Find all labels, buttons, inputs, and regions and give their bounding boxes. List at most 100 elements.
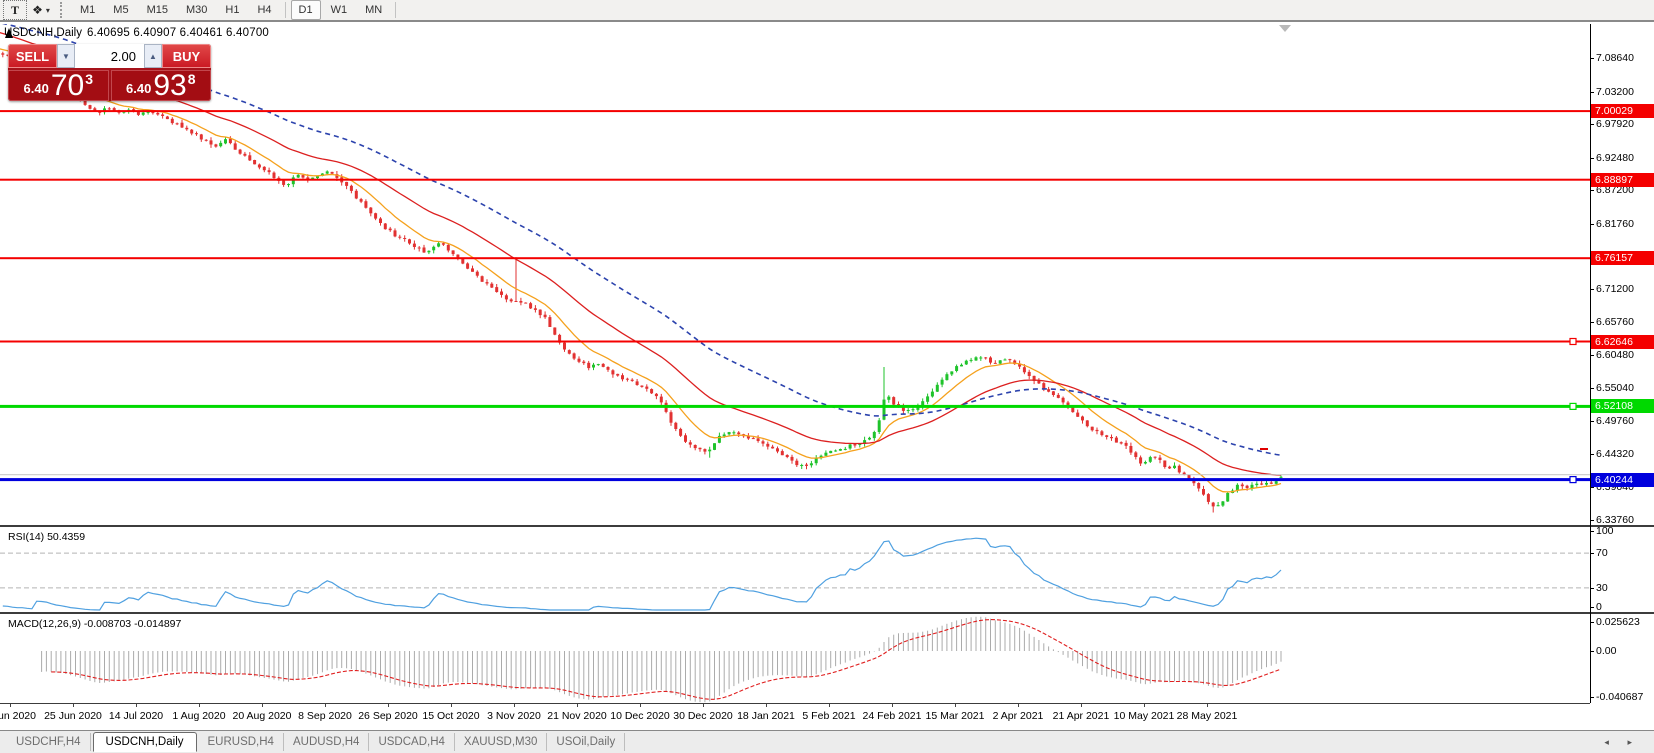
date-tick [577, 704, 578, 707]
chevron-down-icon: ▾ [46, 6, 50, 15]
date-tick [262, 704, 263, 707]
date-tick [1144, 704, 1145, 707]
date-tick [766, 704, 767, 707]
horizontal-line-7-00029[interactable] [0, 110, 1590, 112]
date-tick [955, 704, 956, 707]
sell-price-display[interactable]: 6.40 70 3 [8, 70, 109, 101]
tab-xauusd-m30[interactable]: XAUUSD,M30 [455, 733, 548, 751]
macd-axis-tick: 0.00 [1596, 645, 1616, 657]
rsi-line [3, 538, 1281, 610]
chart-tabbar: USDCHF,H4USDCNH,DailyEURUSD,H4AUDUSD,H4U… [0, 730, 1654, 753]
timeframe-button-m1[interactable]: M1 [72, 0, 103, 20]
triangle-up-icon: ▲ [149, 52, 157, 61]
main-price-chart[interactable] [0, 24, 1590, 525]
date-tick [703, 704, 704, 707]
tab-audusd-h4[interactable]: AUDUSD,H4 [284, 733, 369, 751]
tab-usoil-daily[interactable]: USOil,Daily [547, 733, 625, 751]
date-axis[interactable]: 6 Jun 202025 Jun 202014 Jul 20201 Aug 20… [0, 704, 1590, 729]
macd-indicator-panel[interactable] [0, 614, 1590, 703]
date-axis-label: 1 Aug 2020 [172, 710, 225, 722]
tab-usdcad-h4[interactable]: USDCAD,H4 [369, 733, 454, 751]
price-axis-tick: 7.08640 [1596, 52, 1634, 64]
price-line-badge: 6.62646 [1591, 335, 1654, 349]
sell-button[interactable]: SELL [8, 44, 57, 68]
rsi-axis-tick: 0 [1596, 601, 1602, 613]
horizontal-line-6-76157[interactable] [0, 257, 1590, 259]
buy-price-point: 8 [188, 71, 196, 87]
timeframe-button-m15[interactable]: M15 [139, 0, 176, 20]
date-tick [829, 704, 830, 707]
price-axis-tick: 6.65760 [1596, 316, 1634, 328]
price-axis-tick: 6.60480 [1596, 349, 1634, 361]
toolbar-divider [395, 2, 396, 18]
objects-icon: ❖ [32, 3, 43, 17]
date-tick [1081, 704, 1082, 707]
horizontal-line-6-88897[interactable] [0, 179, 1590, 181]
buy-price-pips: 93 [153, 73, 186, 99]
candlesticks [1, 52, 1282, 513]
rsi-label: RSI(14) 50.4359 [8, 531, 85, 543]
date-axis-label: 18 Jan 2021 [737, 710, 795, 722]
chart-ohlc-values: 6.40695 6.40907 6.40461 6.40700 [87, 27, 269, 39]
timeframe-toolbar: M1M5M15M30H1H4 D1W1MN [71, 0, 400, 21]
tab-usdchf-h4[interactable]: USDCHF,H4 [6, 733, 91, 751]
timeframe-button-d1[interactable]: D1 [291, 0, 321, 20]
rsi-axis-tick: 30 [1596, 582, 1608, 594]
price-axis-tick: 6.49760 [1596, 415, 1634, 427]
tab-scroll-left-icon[interactable]: ◂ [1604, 737, 1617, 747]
date-axis-label: 30 Dec 2020 [673, 710, 733, 722]
last-price-tick [1260, 448, 1268, 450]
buy-price-display[interactable]: 6.40 93 8 [111, 70, 212, 101]
price-axis-tick: 7.03200 [1596, 86, 1634, 98]
tab-scroll-buttons: ◂ ▸ [1604, 737, 1640, 748]
date-tick [199, 704, 200, 707]
date-tick [73, 704, 74, 707]
objects-tool-button[interactable]: ❖ ▾ [30, 1, 52, 19]
date-axis-label: 26 Sep 2020 [358, 710, 418, 722]
date-axis-label: 28 May 2021 [1177, 710, 1238, 722]
buy-price-base: 6.40 [126, 81, 151, 96]
toolbar: T ❖ ▾ M1M5M15M30H1H4 D1W1MN [0, 0, 1654, 22]
horizontal-line-6-52108[interactable] [0, 405, 1590, 408]
price-axis-tick: 6.55040 [1596, 382, 1634, 394]
sell-price-base: 6.40 [24, 81, 49, 96]
line-handle[interactable] [1570, 339, 1576, 345]
tab-usdcnh-daily[interactable]: USDCNH,Daily [93, 732, 197, 752]
price-line-badge: 6.76157 [1591, 251, 1654, 265]
volume-decrease-button[interactable]: ▼ [57, 44, 75, 68]
chart-symbol-period: USDCNH,Daily [4, 27, 82, 39]
tab-eurusd-h4[interactable]: EURUSD,H4 [199, 733, 284, 751]
horizontal-line-6-62646[interactable] [0, 341, 1590, 343]
timeframe-button-m5[interactable]: M5 [105, 0, 136, 20]
date-axis-label: 24 Feb 2021 [863, 710, 922, 722]
price-axis-tick: 6.81760 [1596, 218, 1634, 230]
timeframe-button-m30[interactable]: M30 [178, 0, 215, 20]
horizontal-line-gray[interactable] [0, 474, 1590, 475]
chart-symbol-icon [4, 28, 14, 39]
timeframe-button-h1[interactable]: H1 [217, 0, 247, 20]
date-axis-label: 10 Dec 2020 [610, 710, 670, 722]
macd-label: MACD(12,26,9) -0.008703 -0.014897 [8, 618, 181, 630]
text-tool-button[interactable]: T [3, 0, 27, 20]
rsi-indicator-panel[interactable] [0, 527, 1590, 612]
line-handle[interactable] [1570, 477, 1576, 483]
macd-axis-tick: 0.025623 [1596, 616, 1640, 628]
line-handle[interactable] [1570, 403, 1576, 409]
price-line-badge: 6.40244 [1591, 473, 1654, 487]
volume-input[interactable]: 2.00 [75, 44, 144, 68]
price-axis-tick: 6.71200 [1596, 283, 1634, 295]
date-tick [325, 704, 326, 707]
timeframe-button-w1[interactable]: W1 [323, 0, 356, 20]
tab-scroll-right-icon[interactable]: ▸ [1627, 737, 1640, 747]
buy-button[interactable]: BUY [162, 44, 211, 68]
volume-increase-button[interactable]: ▲ [144, 44, 162, 68]
date-axis-label: 14 Jul 2020 [109, 710, 163, 722]
chart-shift-marker-icon [1279, 25, 1291, 32]
timeframe-button-mn[interactable]: MN [357, 0, 390, 20]
timeframe-button-h4[interactable]: H4 [249, 0, 279, 20]
date-axis-label: 25 Jun 2020 [44, 710, 102, 722]
horizontal-line-6-40244[interactable] [0, 478, 1590, 481]
toolbar-grip [60, 2, 67, 18]
date-tick [640, 704, 641, 707]
moving-average-10 [0, 47, 1281, 492]
